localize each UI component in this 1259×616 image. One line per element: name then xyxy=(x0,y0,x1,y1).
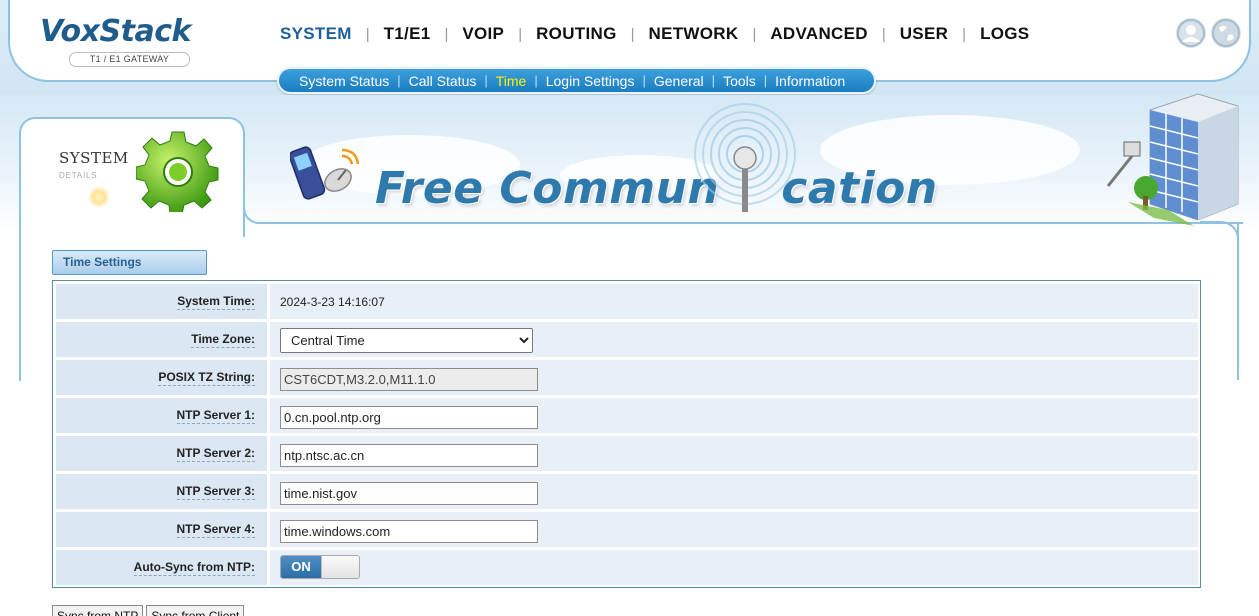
label-cell: NTP Server 1: xyxy=(56,398,267,433)
subnav-separator: | xyxy=(534,73,538,88)
subnav-general[interactable]: General xyxy=(654,73,704,89)
value-cell: Central Time xyxy=(270,322,1198,357)
section-title: Time Settings xyxy=(52,250,207,275)
nav-network[interactable]: NETWORK xyxy=(649,24,739,44)
ntp3-label: NTP Server 3: xyxy=(176,484,255,500)
nav-separator: | xyxy=(962,25,967,43)
row-ntp1: NTP Server 1: xyxy=(56,398,1198,434)
gear-icon xyxy=(135,128,220,215)
posix-field[interactable] xyxy=(280,368,538,391)
system-time-value: 2024-3-23 14:16:07 xyxy=(280,295,385,309)
ntp-server-3-input[interactable] xyxy=(280,482,538,505)
sync-ntp-button[interactable]: Sync from NTP xyxy=(52,605,144,616)
subnav-separator: | xyxy=(484,73,488,88)
subnav-login-settings[interactable]: Login Settings xyxy=(546,73,635,89)
side-title: SYSTEM xyxy=(59,149,129,167)
slogan-right: cation xyxy=(781,163,938,214)
ntp-server-2-input[interactable] xyxy=(280,444,538,467)
nav-user[interactable]: USER xyxy=(900,24,948,44)
system-time-label: System Time: xyxy=(177,294,255,310)
row-ntp3: NTP Server 3: xyxy=(56,474,1198,510)
toggle-knob xyxy=(321,556,359,578)
row-autosync: Auto-Sync from NTP: ON xyxy=(56,550,1198,586)
autosync-label: Auto-Sync from NTP: xyxy=(133,560,255,576)
subnav-separator: | xyxy=(711,73,716,88)
nav-system[interactable]: SYSTEM xyxy=(280,24,352,44)
label-cell: NTP Server 2: xyxy=(56,436,267,471)
time-zone-label: Time Zone: xyxy=(191,332,255,348)
nav-advanced[interactable]: ADVANCED xyxy=(770,24,867,44)
nav-routing[interactable]: ROUTING xyxy=(536,24,616,44)
subnav-information[interactable]: Information xyxy=(775,73,845,89)
label-cell: NTP Server 4: xyxy=(56,512,267,547)
posix-label: POSIX TZ String: xyxy=(158,370,255,386)
subnav-separator: | xyxy=(763,73,768,88)
building-icon xyxy=(1098,92,1243,232)
nav-separator: | xyxy=(518,25,523,43)
main-nav: SYSTEM | T1/E1 | VOIP | ROUTING | NETWOR… xyxy=(280,24,1029,44)
row-ntp4: NTP Server 4: xyxy=(56,512,1198,548)
subnav-time[interactable]: Time xyxy=(496,73,527,89)
toggle-on-label: ON xyxy=(281,556,321,578)
action-buttons: Sync from NTP Sync from Client xyxy=(52,605,245,616)
row-posix: POSIX TZ String: xyxy=(56,360,1198,396)
content-border xyxy=(19,236,21,381)
value-cell: 2024-3-23 14:16:07 xyxy=(270,284,1198,319)
label-cell: POSIX TZ String: xyxy=(56,360,267,395)
phone-icon xyxy=(288,140,360,210)
banner-slogan: Free Commun cation xyxy=(375,163,938,214)
ntp-server-4-input[interactable] xyxy=(280,520,538,543)
logo-subtitle: T1 / E1 GATEWAY xyxy=(69,52,190,67)
nav-t1e1[interactable]: T1/E1 xyxy=(384,24,431,44)
side-subtitle: DETAILS xyxy=(59,171,98,180)
slogan-left: Free Commun xyxy=(375,163,720,214)
sync-client-button[interactable]: Sync from Client xyxy=(146,605,245,616)
ntp2-label: NTP Server 2: xyxy=(176,446,255,462)
sub-nav: System Status | Call Status | Time | Log… xyxy=(277,67,876,94)
nav-separator: | xyxy=(365,25,370,43)
row-system-time: System Time: 2024-3-23 14:16:07 xyxy=(56,284,1198,320)
value-cell xyxy=(270,360,1198,395)
logo: VoxStack xyxy=(40,14,191,49)
label-cell: NTP Server 3: xyxy=(56,474,267,509)
globe-icon[interactable] xyxy=(1211,18,1241,48)
subnav-separator: | xyxy=(642,73,646,88)
row-ntp2: NTP Server 2: xyxy=(56,436,1198,472)
value-cell xyxy=(270,474,1198,509)
nav-logs[interactable]: LOGS xyxy=(980,24,1029,44)
nav-separator: | xyxy=(630,25,635,43)
autosync-toggle[interactable]: ON xyxy=(280,555,360,579)
nav-separator: | xyxy=(444,25,449,43)
value-cell: ON xyxy=(270,550,1198,585)
nav-voip[interactable]: VOIP xyxy=(462,24,504,44)
nav-separator: | xyxy=(881,25,886,43)
ntp4-label: NTP Server 4: xyxy=(176,522,255,538)
subnav-separator: | xyxy=(397,73,401,88)
time-settings-form: System Time: 2024-3-23 14:16:07 Time Zon… xyxy=(52,280,1201,588)
label-cell: Time Zone: xyxy=(56,322,267,357)
value-cell xyxy=(270,512,1198,547)
label-cell: System Time: xyxy=(56,284,267,319)
value-cell xyxy=(270,436,1198,471)
label-cell: Auto-Sync from NTP: xyxy=(56,550,267,585)
sun-glow xyxy=(88,186,110,208)
time-zone-select[interactable]: Central Time xyxy=(280,328,533,353)
value-cell xyxy=(270,398,1198,433)
subnav-tools[interactable]: Tools xyxy=(723,73,756,89)
subnav-call-status[interactable]: Call Status xyxy=(409,73,477,89)
antenna-icon xyxy=(690,102,800,217)
nav-separator: | xyxy=(752,25,757,43)
user-icon[interactable] xyxy=(1176,18,1206,48)
ntp-server-1-input[interactable] xyxy=(280,406,538,429)
content-border xyxy=(1237,222,1239,380)
subnav-system-status[interactable]: System Status xyxy=(299,73,389,89)
row-time-zone: Time Zone: Central Time xyxy=(56,322,1198,358)
ntp1-label: NTP Server 1: xyxy=(176,408,255,424)
